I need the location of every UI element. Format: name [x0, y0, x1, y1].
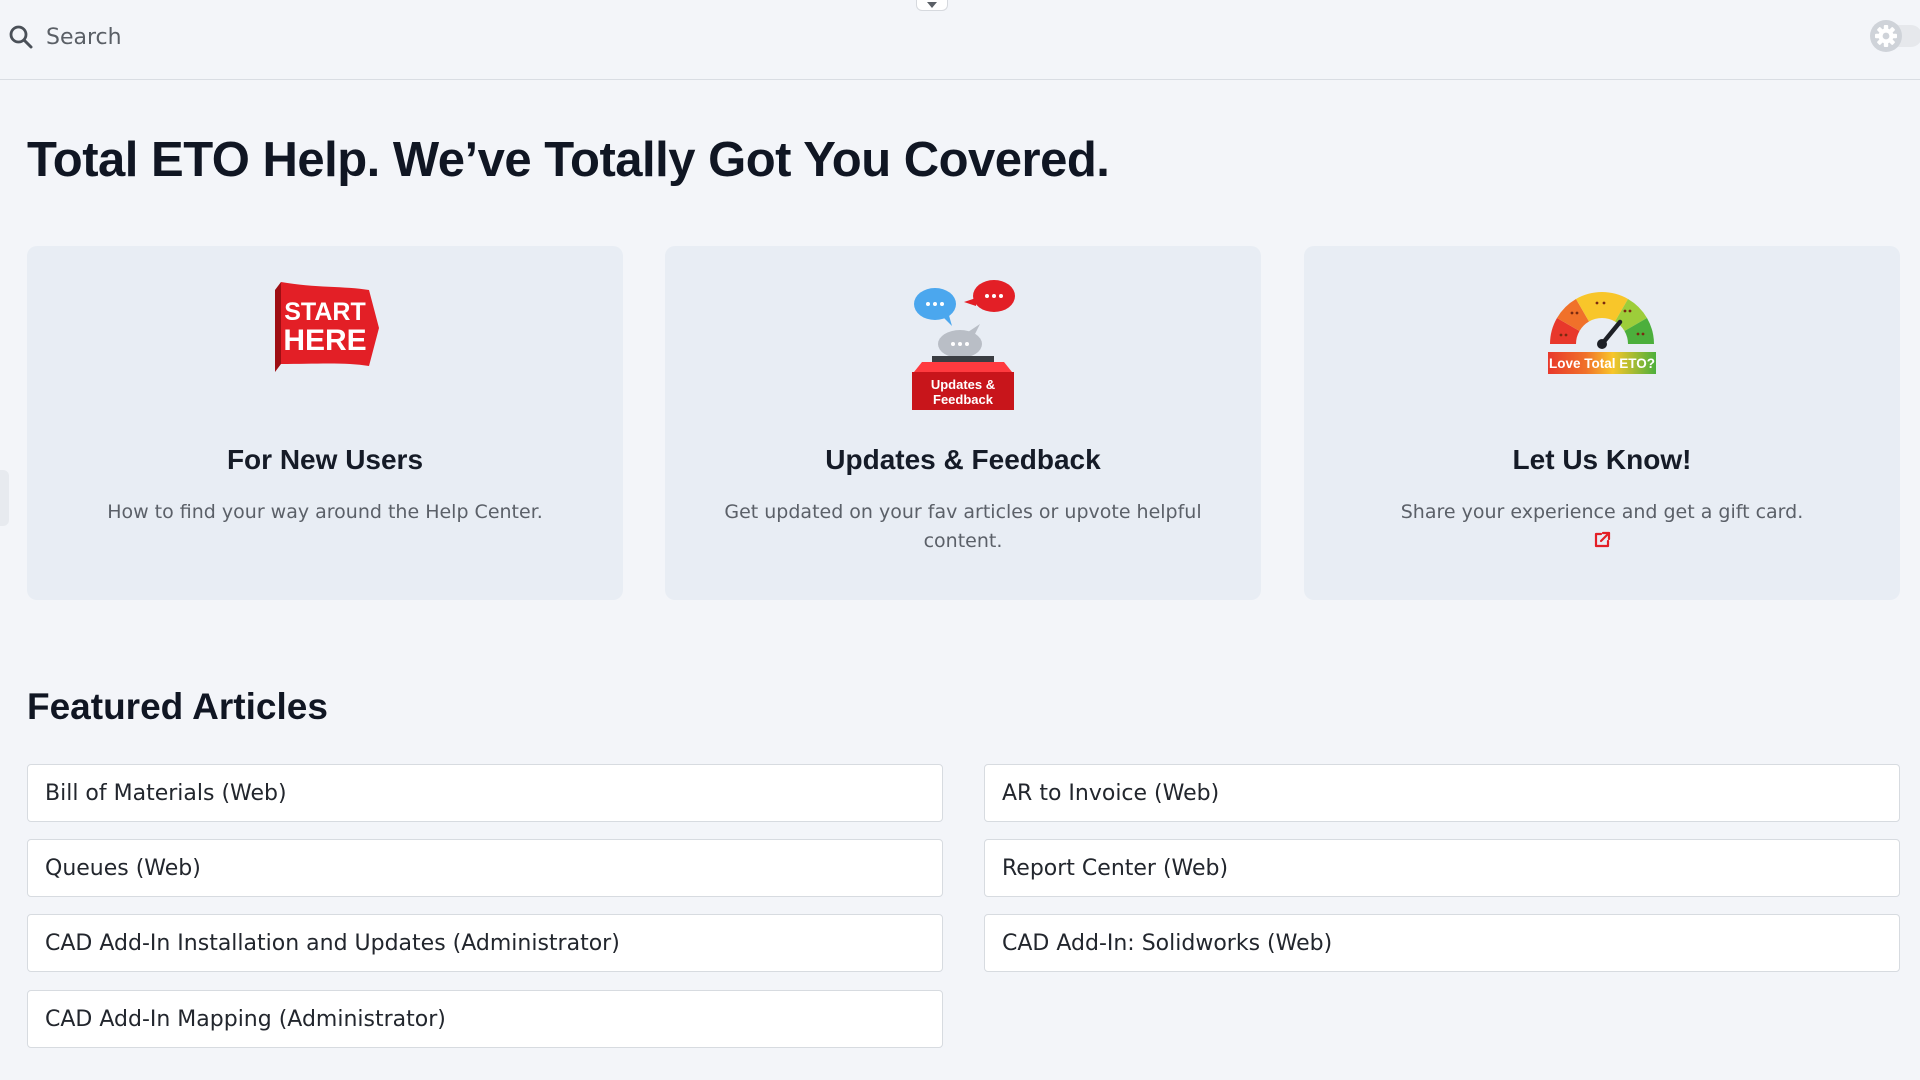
card-title: Let Us Know! — [1512, 444, 1692, 475]
updates-feedback-ballot-box-icon: Updates & Feedback — [912, 280, 1015, 410]
external-link-icon[interactable] — [1592, 530, 1612, 550]
top-dropdown-toggle[interactable] — [916, 0, 948, 11]
featured-article-link[interactable]: Queues (Web) — [27, 839, 943, 897]
card-updates-feedback[interactable]: Updates & Feedback Updates & Feedback Ge… — [665, 246, 1261, 600]
gauge-label: Love Total ETO? — [1549, 356, 1655, 371]
card-description: Get updated on your fav articles or upvo… — [724, 501, 1202, 552]
featured-article-link[interactable]: CAD Add-In Mapping (Administrator) — [27, 990, 943, 1048]
card-description: Share your experience and get a gift car… — [1354, 498, 1850, 550]
page-title: Total ETO Help. We’ve Totally Got You Co… — [27, 133, 1110, 187]
card-description: How to find your way around the Help Cen… — [107, 501, 543, 523]
featured-article-link[interactable]: CAD Add-In: Solidworks (Web) — [984, 914, 1900, 972]
settings-toggle[interactable] — [1864, 16, 1920, 56]
top-bar — [0, 0, 1920, 80]
card-title: For New Users — [226, 444, 424, 475]
featured-article-link[interactable]: Report Center (Web) — [984, 839, 1900, 897]
side-panel-handle[interactable] — [0, 470, 9, 526]
card-title: Updates & Feedback — [825, 444, 1101, 475]
ballot-box-label-line-1: Updates & — [931, 377, 995, 392]
card-for-new-users[interactable]: START HERE For New Users How to find you… — [27, 246, 623, 600]
satisfaction-gauge-icon: Love Total ETO? — [1548, 292, 1656, 374]
gear-icon — [1870, 20, 1902, 52]
ballot-box-label-line-2: Feedback — [933, 392, 994, 407]
search-bar[interactable] — [8, 20, 446, 54]
search-icon — [9, 25, 33, 49]
search-input[interactable] — [46, 20, 446, 54]
featured-article-link[interactable]: CAD Add-In Installation and Updates (Adm… — [27, 914, 943, 972]
chevron-down-icon — [927, 2, 937, 8]
start-here-line-2: HERE — [283, 324, 366, 357]
start-here-line-1: START — [284, 298, 365, 326]
featured-article-link[interactable]: AR to Invoice (Web) — [984, 764, 1900, 822]
featured-articles-title: Featured Articles — [27, 686, 328, 727]
start-here-banner-icon: START HERE — [275, 282, 379, 372]
card-description-text: Share your experience and get a gift car… — [1400, 501, 1804, 523]
card-let-us-know[interactable]: Love Total ETO? Let Us Know! Share your … — [1304, 246, 1900, 600]
featured-article-link[interactable]: Bill of Materials (Web) — [27, 764, 943, 822]
